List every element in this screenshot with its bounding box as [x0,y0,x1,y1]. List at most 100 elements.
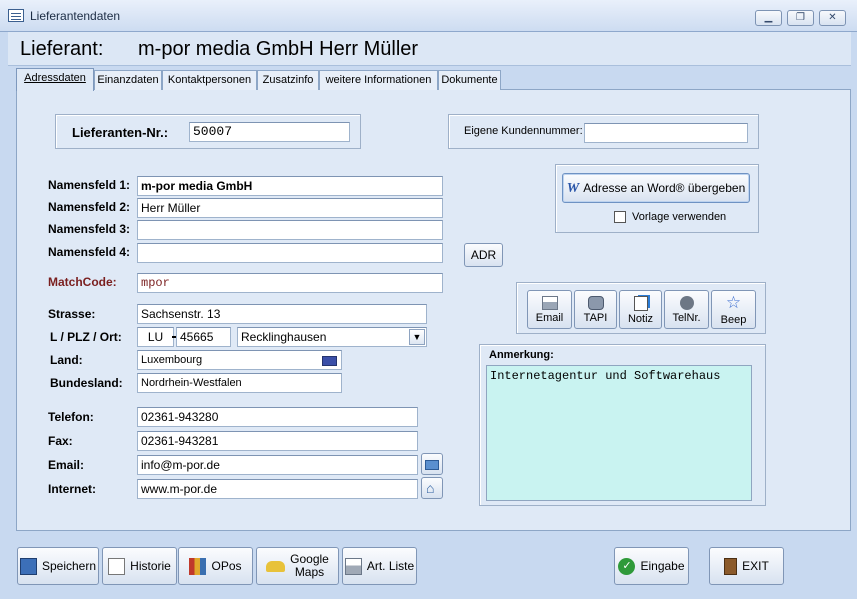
exit-button[interactable]: EXIT [709,547,784,585]
tab-label: Kontaktpersonen [167,74,252,86]
tab-label: weitere Informationen [325,74,432,86]
remarks-label: Anmerkung: [489,349,554,361]
tab-label: Einanzdaten [97,74,159,86]
name-field-3[interactable] [137,220,443,240]
open-website-button[interactable]: ⌂ [421,477,443,499]
matchcode-field[interactable]: mpor [137,273,443,293]
google-maps-button[interactable]: Google Maps [256,547,339,585]
state-label: Bundesland: [50,376,123,390]
history-button[interactable]: Historie [102,547,177,585]
city-value: Recklinghausen [241,330,327,344]
star-icon: ☆ [725,293,742,312]
telnr-button[interactable]: TelNr. [664,290,709,329]
tab-finanzdaten[interactable]: Einanzdaten [94,70,162,90]
article-list-label: Art. Liste [366,559,415,573]
car-icon [266,560,286,572]
note-icon [633,296,648,311]
country-label: Land: [50,353,83,367]
fax-label: Fax: [48,434,73,448]
save-icon [19,557,37,575]
tab-weitere-informationen[interactable]: weitere Informationen [319,70,438,90]
tab-label: Dokumente [441,74,498,86]
customer-number-label: Eigene Kundennummer: [464,125,583,137]
header-label: Lieferant: [20,38,104,60]
tab-kontaktpersonen[interactable]: Kontaktpersonen [162,70,257,90]
exit-label: EXIT [742,559,769,573]
envelope-icon [425,460,439,470]
tab-label: Adressdaten [24,72,86,84]
article-list-button[interactable]: Art. Liste [342,547,417,585]
telnr-label: TelNr. [672,312,701,324]
plz-field[interactable]: 45665 [176,327,231,347]
country-value: Luxembourg [141,354,203,366]
send-email-button[interactable] [421,453,443,475]
header-supplier-name: m-por media GmbH Herr Müller [138,38,419,60]
internet-field[interactable]: www.m-por.de [137,479,418,499]
remarks-textarea[interactable]: Internetagentur und Softwarehaus [486,365,752,501]
opos-label: OPos [211,559,242,573]
opos-button[interactable]: OPos [178,547,253,585]
title-bar: Lieferantendaten ▁ ❐ ✕ [0,0,857,32]
state-field[interactable]: Nordrhein-Westfalen [137,373,342,393]
note-button[interactable]: Notiz [619,290,662,329]
customer-number-field[interactable] [584,123,748,143]
printer-icon [344,557,362,575]
exit-door-icon [724,557,738,575]
country-code-field[interactable]: LU [137,327,174,347]
name-field-3-label: Namensfeld 3: [48,222,131,236]
word-export-label: Adresse an Word® übergeben [583,181,746,195]
eu-flag-icon [322,356,337,366]
city-dropdown[interactable]: Recklinghausen ▼ [237,327,427,347]
confirm-button[interactable]: ✓ Eingabe [614,547,689,585]
telephone-icon [679,296,694,310]
save-button[interactable]: Speichern [17,547,99,585]
window-title: Lieferantendaten [30,9,121,23]
name-field-1[interactable]: m-por media GmbH [137,176,443,196]
street-field[interactable]: Sachsenstr. 13 [137,304,427,324]
name-field-1-label: Namensfeld 1: [48,178,131,192]
form-icon [8,9,24,22]
email-field[interactable]: info@m-por.de [137,455,418,475]
country-field[interactable]: Luxembourg [137,350,342,370]
tab-adressdaten[interactable]: Adressdaten [16,68,94,91]
check-icon: ✓ [618,557,636,575]
template-checkbox-label: Vorlage verwenden [632,211,727,223]
tapi-button[interactable]: TAPI [574,290,617,329]
email-action-button[interactable]: Email [527,290,572,329]
matchcode-label: MatchCode: [48,275,117,289]
google-maps-label-wrap: Google Maps [290,553,329,579]
fax-field[interactable]: 02361-943281 [137,431,418,451]
minimize-button[interactable]: ▁ [755,10,782,26]
beep-button[interactable]: ☆ Beep [711,290,756,329]
name-field-2-label: Namensfeld 2: [48,200,131,214]
record-header: Lieferant: m-por media GmbH Herr Müller [8,32,851,66]
name-field-4-label: Namensfeld 4: [48,245,131,259]
adr-button[interactable]: ADR [464,243,503,267]
chevron-down-icon[interactable]: ▼ [409,329,425,345]
word-icon: W [566,181,580,196]
tab-dokumente[interactable]: Dokumente [438,70,501,90]
tab-zusatzinfo[interactable]: Zusatzinfo [257,70,319,90]
phone-field[interactable]: 02361-943280 [137,407,418,427]
word-export-button[interactable]: W Adresse an Word® übergeben [562,173,750,203]
printer-icon [541,296,558,310]
note-label: Notiz [627,313,654,325]
plz-ort-label: L / PLZ / Ort: [50,330,122,344]
history-label: Historie [130,559,171,573]
template-checkbox[interactable] [614,211,626,223]
close-button[interactable]: ✕ [819,10,846,26]
history-icon [108,557,126,575]
internet-label: Internet: [48,482,96,496]
supplier-number-label: Lieferanten-Nr.: [72,125,169,140]
phone-icon [587,296,604,310]
beep-label: Beep [720,314,747,326]
name-field-2[interactable]: Herr Müller [137,198,443,218]
restore-button[interactable]: ❐ [787,10,814,26]
confirm-label: Eingabe [640,559,685,573]
email-action-label: Email [535,312,564,324]
phone-label: Telefon: [48,410,94,424]
home-icon: ⌂ [426,480,435,496]
supplier-number-field[interactable]: 50007 [189,122,350,142]
street-label: Strasse: [48,307,96,321]
name-field-4[interactable] [137,243,443,263]
